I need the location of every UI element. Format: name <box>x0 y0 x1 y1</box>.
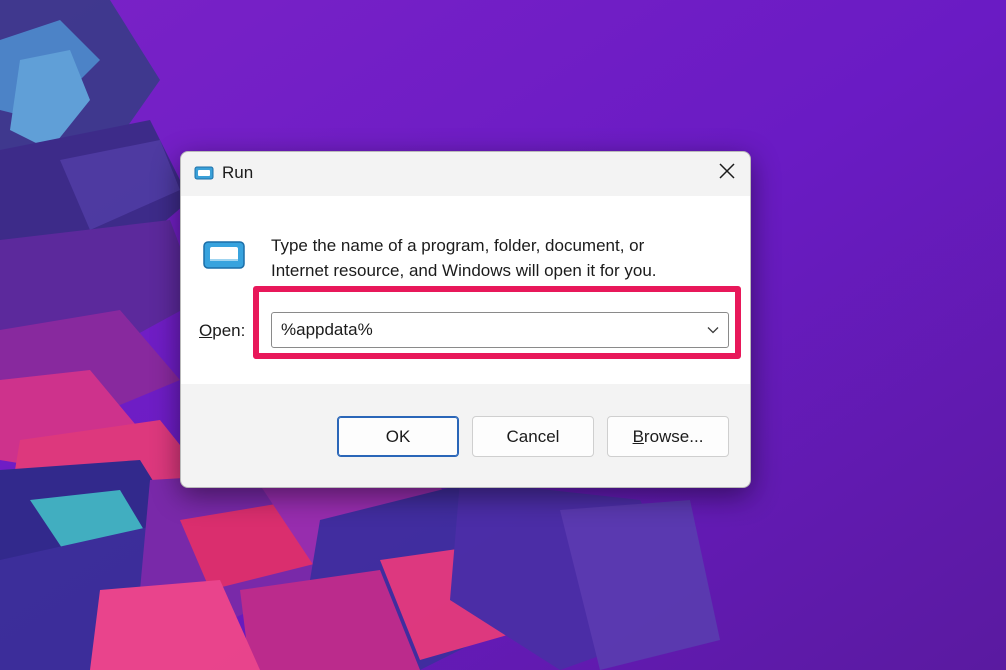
close-button[interactable] <box>704 152 750 194</box>
dialog-description: Type the name of a program, folder, docu… <box>271 233 711 283</box>
open-label: Open: <box>199 321 245 341</box>
cancel-button[interactable]: Cancel <box>472 416 594 457</box>
browse-mnemonic: B <box>632 426 644 446</box>
run-dialog: Run Type the name of a program, folder, … <box>180 151 751 488</box>
open-input[interactable]: %appdata% <box>281 320 698 340</box>
description-line-2: Internet resource, and Windows will open… <box>271 261 657 280</box>
dialog-content: Type the name of a program, folder, docu… <box>181 196 750 384</box>
run-icon <box>202 240 246 270</box>
browse-label-rest: rowse... <box>643 426 704 446</box>
browse-button[interactable]: Browse... <box>607 416 729 457</box>
run-icon <box>194 165 214 181</box>
open-combobox[interactable]: %appdata% <box>271 312 729 348</box>
title-bar[interactable]: Run <box>181 152 750 196</box>
open-label-mnemonic: O <box>199 321 213 340</box>
ok-button[interactable]: OK <box>337 416 459 457</box>
open-label-rest: pen: <box>212 321 246 340</box>
close-icon <box>719 162 735 184</box>
description-line-1: Type the name of a program, folder, docu… <box>271 236 645 255</box>
chevron-down-icon <box>707 321 719 339</box>
dialog-title: Run <box>222 163 254 182</box>
dropdown-button[interactable] <box>698 313 728 347</box>
